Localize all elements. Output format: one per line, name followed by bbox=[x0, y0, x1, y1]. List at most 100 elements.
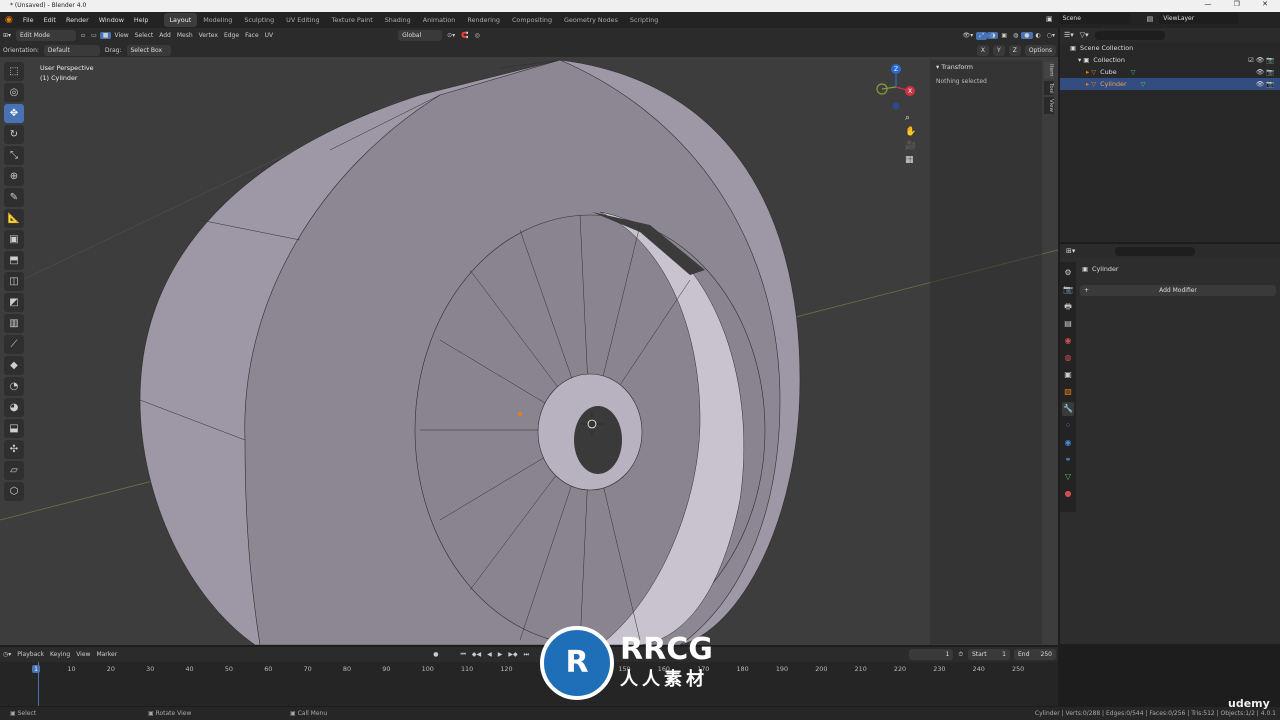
timeline-editor-icon[interactable]: ◷▾ bbox=[0, 651, 14, 658]
mode-dropdown[interactable]: Edit Mode bbox=[16, 30, 77, 41]
snap-icon[interactable]: 🧲 bbox=[458, 32, 471, 39]
axis-x-toggle[interactable]: X bbox=[976, 44, 990, 56]
pan-hand-icon[interactable]: ✋ bbox=[905, 127, 916, 137]
menu-help[interactable]: Help bbox=[129, 12, 154, 28]
shear-tool-icon[interactable]: ▱ bbox=[4, 461, 24, 480]
xray-icon[interactable]: ▣ bbox=[998, 32, 1010, 39]
next-key-icon[interactable]: ▶◆ bbox=[505, 651, 520, 658]
outliner-item-cylinder[interactable]: ▸ ▽ Cylinder ▽ 👁 📷 bbox=[1060, 78, 1280, 90]
tool-tab-icon[interactable]: ⚙ bbox=[1062, 266, 1074, 280]
shading-wireframe-icon[interactable]: ◍ bbox=[1010, 32, 1021, 39]
poly-build-tool-icon[interactable]: ◆ bbox=[4, 356, 24, 375]
physics-tab-icon[interactable]: ◉ bbox=[1062, 436, 1074, 450]
cursor-tool-icon[interactable]: ◎ bbox=[4, 83, 24, 102]
render-tab-icon[interactable]: 📷 bbox=[1062, 283, 1074, 297]
cube-visibility-icon[interactable]: 👁 📷 bbox=[1256, 66, 1274, 78]
collection-visibility-icon[interactable]: ☑ 👁 📷 bbox=[1248, 54, 1274, 66]
clock-icon[interactable]: ⏱ bbox=[955, 651, 966, 659]
transform-tool-icon[interactable]: ⊕ bbox=[4, 167, 24, 186]
tab-scripting[interactable]: Scripting bbox=[624, 13, 664, 27]
tab-tool[interactable]: Tool bbox=[1044, 80, 1054, 96]
visibility-icon[interactable]: 👁▾ bbox=[960, 32, 977, 39]
current-frame-field[interactable]: 1 bbox=[909, 649, 954, 660]
tab-shading[interactable]: Shading bbox=[379, 13, 417, 27]
smooth-tool-icon[interactable]: ◕ bbox=[4, 398, 24, 417]
gizmo-toggle-icon[interactable]: ⤢ bbox=[976, 31, 988, 40]
outliner-item-cube[interactable]: ▸ ▽ Cube ▽ 👁 📷 bbox=[1060, 66, 1280, 78]
add-modifier-button[interactable]: + Add Modifier bbox=[1080, 285, 1276, 296]
menu-render[interactable]: Render bbox=[61, 12, 94, 28]
view-layer-tab-icon[interactable]: ▤ bbox=[1062, 317, 1074, 331]
bevel-tool-icon[interactable]: ◩ bbox=[4, 293, 24, 312]
tab-rendering[interactable]: Rendering bbox=[461, 13, 506, 27]
prev-key-icon[interactable]: ◆◀ bbox=[469, 651, 484, 658]
blender-logo-icon[interactable]: ◉ bbox=[0, 12, 18, 28]
edge-slide-tool-icon[interactable]: ⬓ bbox=[4, 419, 24, 438]
loop-cut-tool-icon[interactable]: ▥ bbox=[4, 314, 24, 333]
axis-z-toggle[interactable]: Z bbox=[1008, 44, 1021, 56]
modifier-tab-icon[interactable]: 🔧 bbox=[1062, 402, 1074, 416]
tab-layout[interactable]: Layout bbox=[163, 13, 198, 27]
start-frame-field[interactable]: Start 1 bbox=[968, 649, 1010, 660]
axis-y-toggle[interactable]: Y bbox=[993, 44, 1005, 56]
play-reverse-icon[interactable]: ◀ bbox=[484, 651, 495, 658]
shading-solid-icon[interactable]: ● bbox=[1021, 32, 1033, 39]
shrink-fatten-tool-icon[interactable]: ✣ bbox=[4, 440, 24, 459]
tab-compositing[interactable]: Compositing bbox=[506, 13, 558, 27]
zoom-icon[interactable]: ⌕ bbox=[905, 113, 916, 123]
world-tab-icon[interactable]: ◍ bbox=[1062, 351, 1074, 365]
tab-view[interactable]: View bbox=[1044, 97, 1054, 115]
select-mode-edge-icon[interactable]: ▭ bbox=[88, 32, 100, 39]
scene-field[interactable]: Scene bbox=[1058, 13, 1131, 24]
jump-start-icon[interactable]: ⏮ bbox=[457, 651, 468, 659]
menu-playback[interactable]: Playback bbox=[14, 651, 47, 658]
spin-tool-icon[interactable]: ◔ bbox=[4, 377, 24, 396]
menu-file[interactable]: File bbox=[18, 12, 39, 28]
window-controls[interactable]: — ❐ ✕ bbox=[1204, 0, 1280, 12]
menu-add[interactable]: Add bbox=[156, 32, 174, 39]
object-tab-icon[interactable]: ▧ bbox=[1062, 385, 1074, 399]
menu-vertex[interactable]: Vertex bbox=[196, 32, 221, 39]
collection-tab-icon[interactable]: ▣ bbox=[1062, 368, 1074, 382]
record-icon[interactable]: ● bbox=[430, 651, 441, 658]
viewport-scene[interactable] bbox=[0, 57, 1058, 645]
drag-dropdown[interactable]: Select Box bbox=[126, 44, 171, 56]
overlays-icon[interactable]: ◑ bbox=[987, 32, 999, 39]
jump-end-icon[interactable]: ⏭ bbox=[521, 651, 532, 659]
output-tab-icon[interactable]: 🖶 bbox=[1062, 300, 1074, 314]
tab-texture-paint[interactable]: Texture Paint bbox=[326, 13, 379, 27]
menu-face[interactable]: Face bbox=[242, 32, 262, 39]
tab-geometry-nodes[interactable]: Geometry Nodes bbox=[558, 13, 624, 27]
properties-type-icon[interactable]: ⊞▾ bbox=[1066, 247, 1075, 255]
end-frame-field[interactable]: End 250 bbox=[1014, 649, 1056, 660]
navigation-gizmo[interactable]: Z X bbox=[872, 63, 922, 113]
extrude-tool-icon[interactable]: ⬒ bbox=[4, 251, 24, 270]
knife-tool-icon[interactable]: ⟋ bbox=[4, 335, 24, 354]
tab-modeling[interactable]: Modeling bbox=[197, 13, 238, 27]
scale-tool-icon[interactable]: ⤡ bbox=[4, 146, 24, 165]
scene-tab-icon[interactable]: ◉ bbox=[1062, 334, 1074, 348]
select-mode-vertex-icon[interactable]: ▫ bbox=[78, 32, 88, 39]
transform-section-header[interactable]: ▾ Transform bbox=[930, 60, 1042, 74]
menu-mesh[interactable]: Mesh bbox=[174, 32, 196, 39]
particles-tab-icon[interactable]: ⁘ bbox=[1062, 419, 1074, 433]
properties-search-input[interactable] bbox=[1115, 246, 1196, 256]
outliner-collection[interactable]: ▾ ▣ Collection ☑ 👁 📷 bbox=[1060, 54, 1280, 66]
orientation-dropdown[interactable]: Default bbox=[43, 44, 100, 56]
inset-tool-icon[interactable]: ◫ bbox=[4, 272, 24, 291]
options-dropdown[interactable]: Options bbox=[1024, 44, 1056, 56]
menu-keying[interactable]: Keying bbox=[47, 651, 73, 658]
shading-material-icon[interactable]: ◐ bbox=[1033, 32, 1044, 39]
menu-select[interactable]: Select bbox=[132, 32, 157, 39]
playhead[interactable] bbox=[38, 662, 39, 706]
menu-view-timeline[interactable]: View bbox=[73, 651, 93, 658]
move-tool-icon[interactable]: ✥ bbox=[4, 104, 24, 123]
tab-uv-editing[interactable]: UV Editing bbox=[280, 13, 325, 27]
outliner-type-icon[interactable]: ☰▾ bbox=[1064, 31, 1074, 39]
menu-edit[interactable]: Edit bbox=[39, 12, 61, 28]
play-icon[interactable]: ▶ bbox=[495, 651, 506, 658]
timeline-area[interactable]: 1 10 20 30 40 50 60 70 80 90 100 110 120 130 140 150 160… bbox=[0, 662, 1058, 706]
menu-edge[interactable]: Edge bbox=[221, 32, 242, 39]
annotate-tool-icon[interactable]: ✎ bbox=[4, 188, 24, 207]
constraints-tab-icon[interactable]: ⚭ bbox=[1062, 453, 1074, 467]
